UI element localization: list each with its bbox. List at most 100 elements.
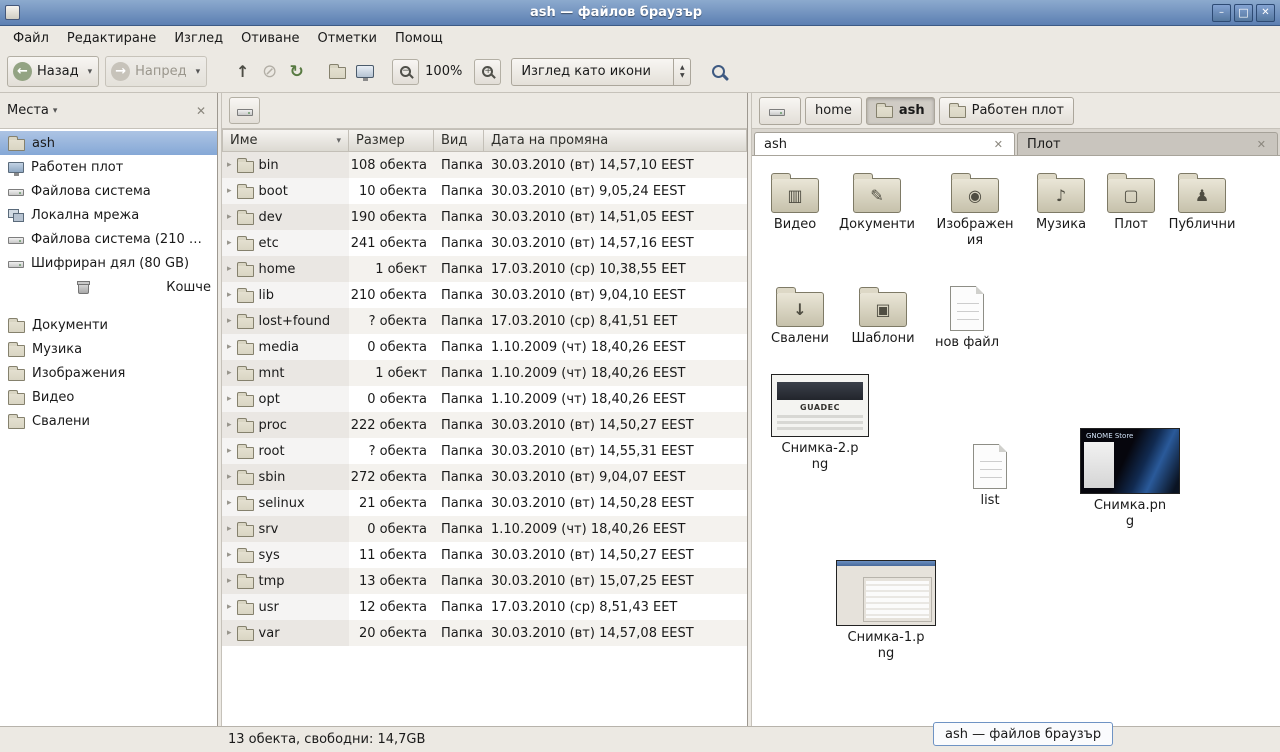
zoom-out-button[interactable] bbox=[392, 59, 419, 85]
table-row[interactable]: sys 11 обекта Папка 30.03.2010 (вт) 14,5… bbox=[222, 542, 747, 568]
file-name-cell[interactable]: sys bbox=[222, 542, 349, 568]
sidebar-item[interactable]: Локална мрежа bbox=[0, 203, 217, 227]
table-row[interactable]: media 0 обекта Папка 1.10.2009 (чт) 18,4… bbox=[222, 334, 747, 360]
file-name-cell[interactable]: sbin bbox=[222, 464, 349, 490]
menu-item[interactable]: Файл bbox=[4, 28, 58, 49]
icon-view-item[interactable]: Документи bbox=[834, 170, 920, 233]
table-row[interactable]: proc 222 обекта Папка 30.03.2010 (вт) 14… bbox=[222, 412, 747, 438]
file-name-cell[interactable]: mnt bbox=[222, 360, 349, 386]
icon-view-item[interactable]: Шаблони bbox=[840, 284, 926, 347]
reload-button[interactable] bbox=[283, 58, 310, 85]
table-row[interactable]: lib 210 обекта Папка 30.03.2010 (вт) 9,0… bbox=[222, 282, 747, 308]
search-button[interactable] bbox=[705, 58, 732, 85]
file-name-cell[interactable]: usr bbox=[222, 594, 349, 620]
menu-item[interactable]: Помощ bbox=[386, 28, 452, 49]
sidebar-mode-dropdown-icon[interactable] bbox=[53, 106, 58, 116]
file-name-cell[interactable]: opt bbox=[222, 386, 349, 412]
sidebar-item[interactable]: Кошче bbox=[0, 275, 217, 299]
expander-icon[interactable] bbox=[227, 550, 232, 560]
table-row[interactable]: srv 0 обекта Папка 1.10.2009 (чт) 18,40,… bbox=[222, 516, 747, 542]
icon-view-item[interactable]: Изображения bbox=[932, 170, 1018, 250]
expander-icon[interactable] bbox=[227, 602, 232, 612]
expander-icon[interactable] bbox=[227, 472, 232, 482]
expander-icon[interactable] bbox=[227, 394, 232, 404]
file-name-cell[interactable]: bin bbox=[222, 152, 349, 178]
table-row[interactable]: var 20 обекта Папка 30.03.2010 (вт) 14,5… bbox=[222, 620, 747, 646]
column-header-kind[interactable]: Вид bbox=[434, 129, 484, 152]
icon-view-item[interactable]: Видео bbox=[752, 170, 838, 233]
sidebar-item[interactable] bbox=[0, 299, 217, 313]
table-row[interactable]: dev 190 обекта Папка 30.03.2010 (вт) 14,… bbox=[222, 204, 747, 230]
sidebar-item[interactable]: Документи bbox=[0, 313, 217, 337]
column-header-name[interactable]: Име bbox=[222, 129, 349, 152]
expander-icon[interactable] bbox=[227, 238, 232, 248]
sidebar-item[interactable]: Шифриран дял (80 GB) bbox=[0, 251, 217, 275]
table-row[interactable]: selinux 21 обекта Папка 30.03.2010 (вт) … bbox=[222, 490, 747, 516]
file-name-cell[interactable]: proc bbox=[222, 412, 349, 438]
sidebar-item[interactable]: Работен плот bbox=[0, 155, 217, 179]
column-header-size[interactable]: Размер bbox=[349, 129, 434, 152]
file-name-cell[interactable]: tmp bbox=[222, 568, 349, 594]
table-row[interactable]: etc 241 обекта Папка 30.03.2010 (вт) 14,… bbox=[222, 230, 747, 256]
expander-icon[interactable] bbox=[227, 498, 232, 508]
table-row[interactable]: usr 12 обекта Папка 17.03.2010 (ср) 8,51… bbox=[222, 594, 747, 620]
menu-item[interactable]: Отметки bbox=[308, 28, 385, 49]
expander-icon[interactable] bbox=[227, 264, 232, 274]
table-row[interactable]: bin 108 обекта Папка 30.03.2010 (вт) 14,… bbox=[222, 152, 747, 178]
expander-icon[interactable] bbox=[227, 368, 232, 378]
minimize-icon[interactable] bbox=[1212, 4, 1231, 22]
column-header-date[interactable]: Дата на промяна bbox=[484, 129, 747, 152]
table-row[interactable]: lost+found ? обекта Папка 17.03.2010 (ср… bbox=[222, 308, 747, 334]
sidebar-item[interactable]: Файлова система bbox=[0, 179, 217, 203]
icon-view-item[interactable]: Свалени bbox=[757, 284, 843, 347]
expander-icon[interactable] bbox=[227, 342, 232, 352]
sidebar-close-icon[interactable] bbox=[192, 102, 210, 120]
tab[interactable]: ash bbox=[754, 132, 1015, 155]
view-mode-selector[interactable]: Изглед като икони bbox=[511, 58, 691, 86]
sidebar-item[interactable]: Изображения bbox=[0, 361, 217, 385]
forward-history-dropdown-icon[interactable] bbox=[192, 67, 205, 77]
table-row[interactable]: opt 0 обекта Папка 1.10.2009 (чт) 18,40,… bbox=[222, 386, 747, 412]
root-location-button[interactable] bbox=[229, 97, 260, 124]
back-history-dropdown-icon[interactable] bbox=[84, 67, 97, 77]
pathbar-button[interactable]: ash bbox=[866, 97, 935, 125]
expander-icon[interactable] bbox=[227, 212, 232, 222]
file-name-cell[interactable]: lib bbox=[222, 282, 349, 308]
table-row[interactable]: home 1 обект Папка 17.03.2010 (ср) 10,38… bbox=[222, 256, 747, 282]
table-row[interactable]: boot 10 обекта Папка 30.03.2010 (вт) 9,0… bbox=[222, 178, 747, 204]
tab-close-icon[interactable] bbox=[1255, 138, 1268, 151]
computer-button[interactable] bbox=[351, 58, 378, 85]
file-name-cell[interactable]: var bbox=[222, 620, 349, 646]
expander-icon[interactable] bbox=[227, 446, 232, 456]
icon-view-item[interactable]: нов файл bbox=[924, 284, 1010, 351]
file-name-cell[interactable]: lost+found bbox=[222, 308, 349, 334]
table-row[interactable]: root ? обекта Папка 30.03.2010 (вт) 14,5… bbox=[222, 438, 747, 464]
stop-button[interactable] bbox=[256, 58, 283, 85]
menu-item[interactable]: Редактиране bbox=[58, 28, 165, 49]
pathbar-button[interactable]: Работен плот bbox=[939, 97, 1074, 125]
sidebar-item[interactable]: ash bbox=[0, 131, 217, 155]
pathbar-button[interactable] bbox=[759, 97, 801, 125]
table-row[interactable]: mnt 1 обект Папка 1.10.2009 (чт) 18,40,2… bbox=[222, 360, 747, 386]
file-name-cell[interactable]: root bbox=[222, 438, 349, 464]
expander-icon[interactable] bbox=[227, 628, 232, 638]
pathbar-button[interactable]: home bbox=[805, 97, 862, 125]
expander-icon[interactable] bbox=[227, 524, 232, 534]
maximize-icon[interactable] bbox=[1234, 4, 1253, 22]
menu-item[interactable]: Изглед bbox=[165, 28, 232, 49]
file-name-cell[interactable]: home bbox=[222, 256, 349, 282]
expander-icon[interactable] bbox=[227, 576, 232, 586]
icon-view-item[interactable]: Снимка-1.png bbox=[826, 560, 946, 663]
file-name-cell[interactable]: etc bbox=[222, 230, 349, 256]
up-button[interactable] bbox=[229, 58, 256, 85]
menu-item[interactable]: Отиване bbox=[232, 28, 308, 49]
back-button[interactable]: Назад bbox=[7, 56, 99, 87]
sidebar-item[interactable]: Свалени bbox=[0, 409, 217, 433]
sidebar-item[interactable]: Видео bbox=[0, 385, 217, 409]
file-name-cell[interactable]: media bbox=[222, 334, 349, 360]
file-name-cell[interactable]: selinux bbox=[222, 490, 349, 516]
expander-icon[interactable] bbox=[227, 186, 232, 196]
expander-icon[interactable] bbox=[227, 316, 232, 326]
table-row[interactable]: tmp 13 обекта Папка 30.03.2010 (вт) 15,0… bbox=[222, 568, 747, 594]
expander-icon[interactable] bbox=[227, 160, 232, 170]
